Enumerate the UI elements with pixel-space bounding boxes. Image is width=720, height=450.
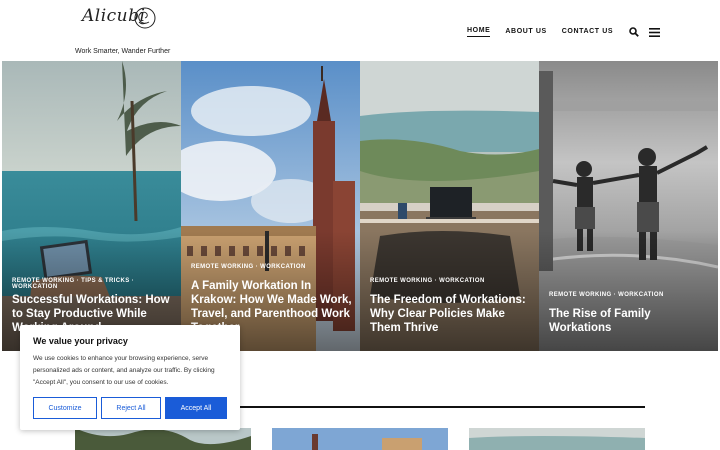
- slide-categories[interactable]: REMOTE WORKING · TIPS & TRICKS · WORKCAT…: [12, 278, 181, 290]
- post-thumbnail-3[interactable]: [469, 428, 645, 450]
- slide-freedom-of-workations[interactable]: REMOTE WORKING · WORKCATION The Freedom …: [360, 61, 539, 351]
- krakow-thumbnail-image: [272, 428, 448, 450]
- nav-about-us[interactable]: ABOUT US: [505, 28, 546, 37]
- reject-all-button[interactable]: Reject All: [101, 397, 161, 419]
- cookie-title: We value your privacy: [33, 336, 128, 346]
- slide-title[interactable]: The Freedom of Workations: Why Clear Pol…: [370, 293, 530, 335]
- section-divider: [240, 406, 645, 408]
- post-thumbnail-1[interactable]: [75, 428, 251, 450]
- cookie-description: We use cookies to enhance your browsing …: [33, 355, 215, 386]
- slide-categories[interactable]: REMOTE WORKING · WORKCATION: [191, 264, 306, 270]
- slide-categories[interactable]: REMOTE WORKING · WORKCATION: [549, 292, 664, 298]
- search-icon[interactable]: [628, 26, 640, 38]
- slide-successful-workations[interactable]: REMOTE WORKING · TIPS & TRICKS · WORKCAT…: [2, 61, 181, 351]
- site-header: Alicubi Work Smarter, Wander Further HOM…: [0, 0, 720, 61]
- slide-categories[interactable]: REMOTE WORKING · WORKCATION: [370, 278, 485, 284]
- site-tagline: Work Smarter, Wander Further: [75, 48, 171, 55]
- accept-all-button[interactable]: Accept All: [165, 397, 227, 419]
- hamburger-menu-icon[interactable]: [648, 26, 660, 38]
- nav-home[interactable]: HOME: [467, 27, 491, 37]
- featured-slider: REMOTE WORKING · TIPS & TRICKS · WORKCAT…: [0, 61, 720, 351]
- post-thumbnail-2[interactable]: [272, 428, 448, 450]
- site-logo[interactable]: Alicubi: [82, 6, 158, 32]
- cookie-consent-banner: We value your privacy We use cookies to …: [20, 325, 240, 430]
- slide-title[interactable]: The Rise of Family Workations: [549, 307, 709, 335]
- slide-rise-of-family-workations[interactable]: REMOTE WORKING · WORKCATION The Rise of …: [539, 61, 718, 351]
- main-nav: HOME ABOUT US CONTACT US: [467, 26, 668, 38]
- city-view-thumbnail-image: [469, 428, 645, 450]
- nav-contact-us[interactable]: CONTACT US: [562, 28, 613, 37]
- slide-family-workation-krakow[interactable]: REMOTE WORKING · WORKCATION A Family Wor…: [181, 61, 360, 351]
- spiral-logo-icon: [134, 7, 156, 29]
- palm-thumbnail-image: [75, 428, 251, 450]
- customize-button[interactable]: Customize: [33, 397, 97, 419]
